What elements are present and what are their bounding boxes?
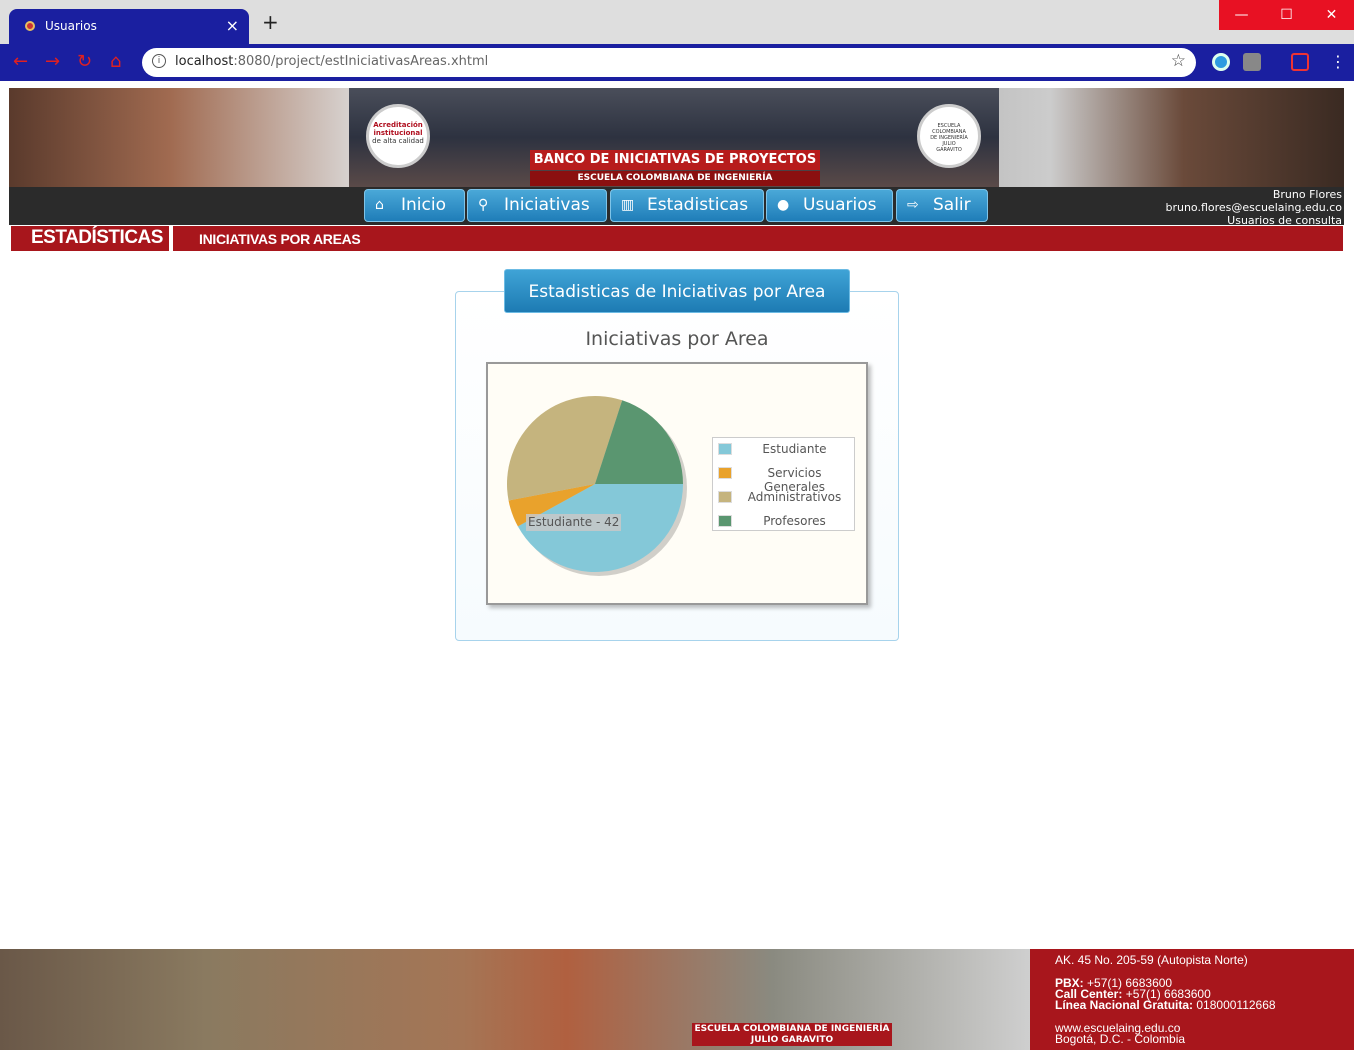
chart-tooltip: Estudiante - 42 xyxy=(526,514,622,531)
window-controls: — ☐ ✕ xyxy=(1219,0,1354,30)
legend-item[interactable]: Administrativos xyxy=(713,486,854,510)
legend-label: Estudiante xyxy=(762,442,827,456)
school-seal: ESCUELA COLOMBIANA DE INGENIERÍA JULIO G… xyxy=(917,104,981,168)
forward-icon[interactable]: → xyxy=(45,51,60,72)
lightbulb-icon: ⚲ xyxy=(478,197,489,213)
extension-icon[interactable] xyxy=(1212,53,1230,71)
legend-label: Administrativos xyxy=(747,490,842,504)
close-window-icon[interactable]: ✕ xyxy=(1309,0,1354,30)
reload-icon[interactable]: ↻ xyxy=(77,51,92,72)
nav-label: Inicio xyxy=(401,195,446,215)
back-icon[interactable]: ← xyxy=(13,51,28,72)
footer-linea: Línea Nacional Gratuita: 018000112668 xyxy=(1055,998,1276,1012)
section-title: ESTADÍSTICAS xyxy=(31,227,163,248)
nav-label: Estadisticas xyxy=(647,195,749,215)
chart-legend: Estudiante Servicios Generales Administrat… xyxy=(712,437,855,531)
bar-chart-icon: ▥ xyxy=(621,197,635,213)
legend-swatch xyxy=(718,491,732,503)
legend-item[interactable]: Servicios Generales xyxy=(713,462,854,494)
nav-label: Usuarios xyxy=(803,195,877,215)
user-email: bruno.flores@escuelaing.edu.co xyxy=(1165,201,1342,214)
maximize-icon[interactable]: ☐ xyxy=(1264,0,1309,30)
main-navbar: ⌂ Inicio ⚲ Iniciativas ▥ Estadisticas ● … xyxy=(9,187,1344,227)
browser-toolbar: ← → ↻ ⌂ i localhost:8080/project/estInic… xyxy=(0,44,1354,81)
close-tab-icon[interactable]: × xyxy=(226,16,239,35)
nav-label: Salir xyxy=(933,195,971,215)
nav-usuarios-button[interactable]: ● Usuarios xyxy=(766,189,893,222)
site-footer: ESCUELA COLOMBIANA DE INGENIERÍA JULIO G… xyxy=(0,949,1354,1050)
menu-dots-icon[interactable]: ⋮ xyxy=(1330,52,1346,71)
site-info-icon[interactable]: i xyxy=(152,54,166,68)
legend-item[interactable]: Estudiante xyxy=(713,438,854,462)
nav-estadisticas-button[interactable]: ▥ Estadisticas xyxy=(610,189,764,222)
home-browser-icon[interactable]: ⌂ xyxy=(110,51,121,72)
browser-tab[interactable]: Usuarios × xyxy=(9,9,249,44)
banner-title: BANCO DE INICIATIVAS DE PROYECTOS xyxy=(530,150,820,170)
section-subtitle: INICIATIVAS POR AREAS xyxy=(199,231,361,247)
legend-item[interactable]: Profesores xyxy=(713,510,854,534)
user-name: Bruno Flores xyxy=(1272,188,1342,201)
legend-swatch xyxy=(718,443,732,455)
user-icon: ● xyxy=(777,197,790,213)
extension-icon[interactable] xyxy=(1243,53,1261,71)
panel-header: Estadisticas de Iniciativas por Area xyxy=(504,269,850,313)
extension-icon[interactable] xyxy=(1291,53,1309,71)
legend-label: Profesores xyxy=(763,514,826,528)
browser-titlebar: Usuarios × + — ☐ ✕ xyxy=(0,0,1354,44)
bookmark-star-icon[interactable]: ☆ xyxy=(1171,51,1186,71)
nav-inicio-button[interactable]: ⌂ Inicio xyxy=(364,189,465,222)
footer-address: AK. 45 No. 205-59 (Autopista Norte) xyxy=(1055,953,1248,967)
chart-title: Iniciativas por Area xyxy=(585,328,769,350)
nav-salir-button[interactable]: ⇨ Salir xyxy=(896,189,988,222)
tab-title: Usuarios xyxy=(45,19,97,33)
favicon-icon xyxy=(25,21,35,31)
minimize-icon[interactable]: — xyxy=(1219,0,1264,30)
user-info: Bruno Flores bruno.flores@escuelaing.edu… xyxy=(1165,188,1342,227)
banner-subtitle: ESCUELA COLOMBIANA DE INGENIERÍA xyxy=(530,171,820,186)
legend-swatch xyxy=(718,467,732,479)
legend-swatch xyxy=(718,515,732,527)
section-divider xyxy=(169,226,173,251)
url-text: localhost:8080/project/estIniciativasAre… xyxy=(175,54,489,69)
home-icon: ⌂ xyxy=(375,197,384,213)
sign-out-icon: ⇨ xyxy=(907,197,919,213)
address-bar[interactable]: i localhost:8080/project/estIniciativasA… xyxy=(142,48,1196,77)
site-banner: Acreditación institucional de alta calid… xyxy=(9,88,1344,187)
footer-city: Bogotá, D.C. - Colombia xyxy=(1055,1032,1186,1046)
section-bar: ESTADÍSTICAS INICIATIVAS POR AREAS xyxy=(11,226,1343,251)
nav-label: Iniciativas xyxy=(504,195,590,215)
nav-iniciativas-button[interactable]: ⚲ Iniciativas xyxy=(467,189,607,222)
footer-logo-line2: JULIO GARAVITO xyxy=(692,1035,892,1046)
new-tab-button[interactable]: + xyxy=(262,12,279,32)
accreditation-seal: Acreditación institucional de alta calid… xyxy=(366,104,430,168)
